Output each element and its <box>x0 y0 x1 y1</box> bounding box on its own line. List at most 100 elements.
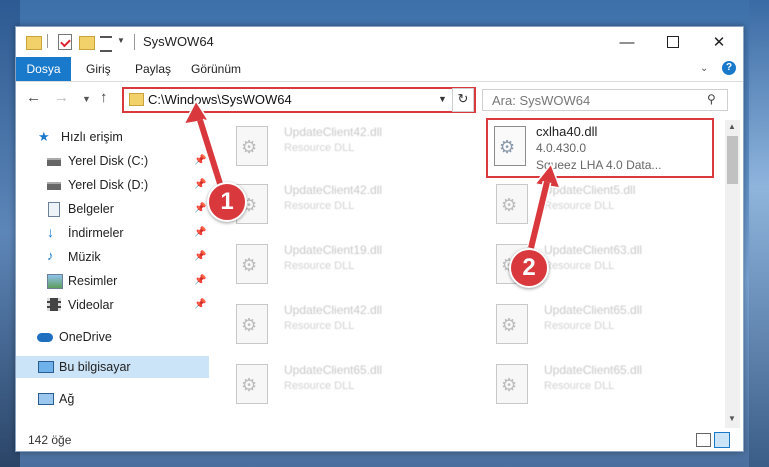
item-count: 142 öğe <box>28 433 72 447</box>
minimize-button[interactable]: — <box>604 27 650 57</box>
list-item[interactable]: UpdateClient19.dll Resource DLL <box>226 240 456 290</box>
dll-file-icon <box>236 364 268 404</box>
maximize-button[interactable] <box>650 27 696 57</box>
folder-icon <box>129 93 144 106</box>
list-item[interactable]: UpdateClient65.dll Resource DLL <box>486 300 716 350</box>
file-name: UpdateClient63.dll <box>544 243 643 257</box>
details-view-icon[interactable] <box>696 433 711 447</box>
back-arrow-icon[interactable]: ← <box>26 89 41 106</box>
pin-icon[interactable]: 📌 <box>194 203 206 214</box>
sidebar-item-music[interactable]: ♪ Müzik 📌 <box>16 246 209 268</box>
file-version: 4.0.430.0 <box>536 141 587 155</box>
title-divider <box>134 34 135 50</box>
document-icon <box>48 202 60 217</box>
title-bar[interactable]: ▼ SysWOW64 — ✕ <box>16 27 743 57</box>
tiles-view-icon[interactable] <box>714 432 730 448</box>
sidebar-item-downloads[interactable]: ↓ İndirmeler 📌 <box>16 222 209 244</box>
file-type: Resource DLL <box>544 260 615 272</box>
explorer-window: ▼ SysWOW64 — ✕ Dosya Giriş Paylaş Görünü… <box>15 26 744 452</box>
dll-file-icon <box>496 304 528 344</box>
sidebar-item-network[interactable]: Ağ <box>16 388 209 410</box>
pin-icon[interactable]: 📌 <box>194 299 206 310</box>
sidebar-item-label: Belgeler <box>68 202 114 216</box>
quick-access-dropdown-icon[interactable]: ▼ <box>117 36 125 52</box>
refresh-icon: ↻ <box>457 91 469 106</box>
properties-icon[interactable] <box>58 34 72 50</box>
pin-icon[interactable]: 📌 <box>194 275 206 286</box>
up-arrow-icon[interactable]: ↑ <box>100 89 108 106</box>
file-type: Resource DLL <box>544 200 615 212</box>
sidebar-item-documents[interactable]: Belgeler 📌 <box>16 198 209 220</box>
scroll-down-icon[interactable]: ▼ <box>728 414 736 423</box>
dll-file-icon <box>496 184 528 224</box>
dll-file-icon <box>236 304 268 344</box>
refresh-button[interactable]: ↻ <box>452 88 474 112</box>
file-name: UpdateClient42.dll <box>284 303 383 317</box>
tab-share[interactable]: Paylaş <box>125 57 181 81</box>
file-type: Resource DLL <box>284 142 355 154</box>
file-name: UpdateClient19.dll <box>284 243 383 257</box>
dll-file-icon <box>236 244 268 284</box>
forward-arrow-icon[interactable]: → <box>54 89 69 106</box>
pin-icon[interactable]: 📌 <box>194 155 206 166</box>
address-dropdown-icon[interactable]: ▼ <box>438 94 447 104</box>
list-item[interactable]: UpdateClient65.dll Resource DLL <box>226 360 456 410</box>
sidebar-item-this-pc[interactable]: Bu bilgisayar <box>16 356 209 378</box>
list-item[interactable]: UpdateClient42.dll Resource DLL <box>226 180 456 230</box>
chevron-down-icon[interactable]: ⌄ <box>700 63 708 74</box>
window-title: SysWOW64 <box>143 34 214 49</box>
pictures-icon <box>47 274 63 289</box>
list-item[interactable]: UpdateClient42.dll Resource DLL <box>226 122 456 172</box>
pin-icon[interactable]: 📌 <box>194 227 206 238</box>
sidebar-item-local-disk-d[interactable]: Yerel Disk (D:) 📌 <box>16 174 209 196</box>
vertical-scrollbar[interactable]: ▲ ▼ <box>725 120 740 428</box>
sidebar-item-pictures[interactable]: Resimler 📌 <box>16 270 209 292</box>
address-path[interactable]: C:\Windows\SysWOW64 <box>148 92 292 107</box>
toolbar-divider <box>47 34 48 48</box>
sidebar-item-label: Yerel Disk (C:) <box>68 154 149 168</box>
address-bar[interactable]: C:\Windows\SysWOW64 ▼ <box>122 87 476 113</box>
sidebar-item-label: Yerel Disk (D:) <box>68 178 149 192</box>
close-icon: ✕ <box>712 34 726 51</box>
list-item[interactable]: UpdateClient65.dll Resource DLL <box>486 360 716 410</box>
file-list: UpdateClient42.dll Resource DLL UpdateCl… <box>226 118 726 426</box>
cloud-icon <box>37 333 53 342</box>
tab-home[interactable]: Giriş <box>76 57 121 81</box>
sidebar-item-label: İndirmeler <box>68 226 124 240</box>
dll-file-icon <box>236 126 268 166</box>
list-item[interactable]: UpdateClient42.dll Resource DLL <box>226 300 456 350</box>
dll-file-icon <box>494 126 526 166</box>
tab-file[interactable]: Dosya <box>16 57 71 81</box>
sidebar-item-videos[interactable]: Videolar 📌 <box>16 294 209 316</box>
callout-badge-2: 2 <box>509 248 549 288</box>
sidebar-item-onedrive[interactable]: OneDrive <box>16 326 209 348</box>
recent-locations-icon[interactable]: ▼ <box>82 94 91 104</box>
file-name: UpdateClient65.dll <box>544 303 643 317</box>
customize-icon[interactable] <box>100 36 112 52</box>
sidebar-item-quick-access[interactable]: ★ Hızlı erişim <box>16 126 209 148</box>
video-icon <box>47 298 61 311</box>
pin-icon[interactable]: 📌 <box>194 179 206 190</box>
pin-icon[interactable]: 📌 <box>194 251 206 262</box>
ribbon-tabs: Dosya Giriş Paylaş Görünüm ⌄ ? <box>16 57 743 82</box>
dll-file-icon <box>496 364 528 404</box>
scrollbar-thumb[interactable] <box>727 136 738 184</box>
focused-file-cxlha40[interactable]: cxlha40.dll 4.0.430.0 Squeez LHA 4.0 Dat… <box>486 118 714 178</box>
list-item[interactable]: UpdateClient5.dll Resource DLL <box>486 180 716 230</box>
file-name: UpdateClient42.dll <box>284 125 383 139</box>
folder-icon <box>26 36 42 50</box>
maximize-icon <box>667 36 679 48</box>
sidebar-item-local-disk-c[interactable]: Yerel Disk (C:) 📌 <box>16 150 209 172</box>
tab-view[interactable]: Görünüm <box>181 57 251 81</box>
new-folder-icon[interactable] <box>79 36 95 50</box>
sidebar-item-label: OneDrive <box>59 330 112 344</box>
help-icon[interactable]: ? <box>722 61 736 75</box>
file-type: Resource DLL <box>284 260 355 272</box>
search-input[interactable]: Ara: SysWOW64 ⚲ <box>482 89 728 111</box>
file-name: UpdateClient65.dll <box>284 363 383 377</box>
file-name: UpdateClient42.dll <box>284 183 383 197</box>
scroll-up-icon[interactable]: ▲ <box>728 122 736 131</box>
network-icon <box>38 393 54 405</box>
file-name: UpdateClient65.dll <box>544 363 643 377</box>
close-button[interactable]: ✕ <box>696 27 742 57</box>
